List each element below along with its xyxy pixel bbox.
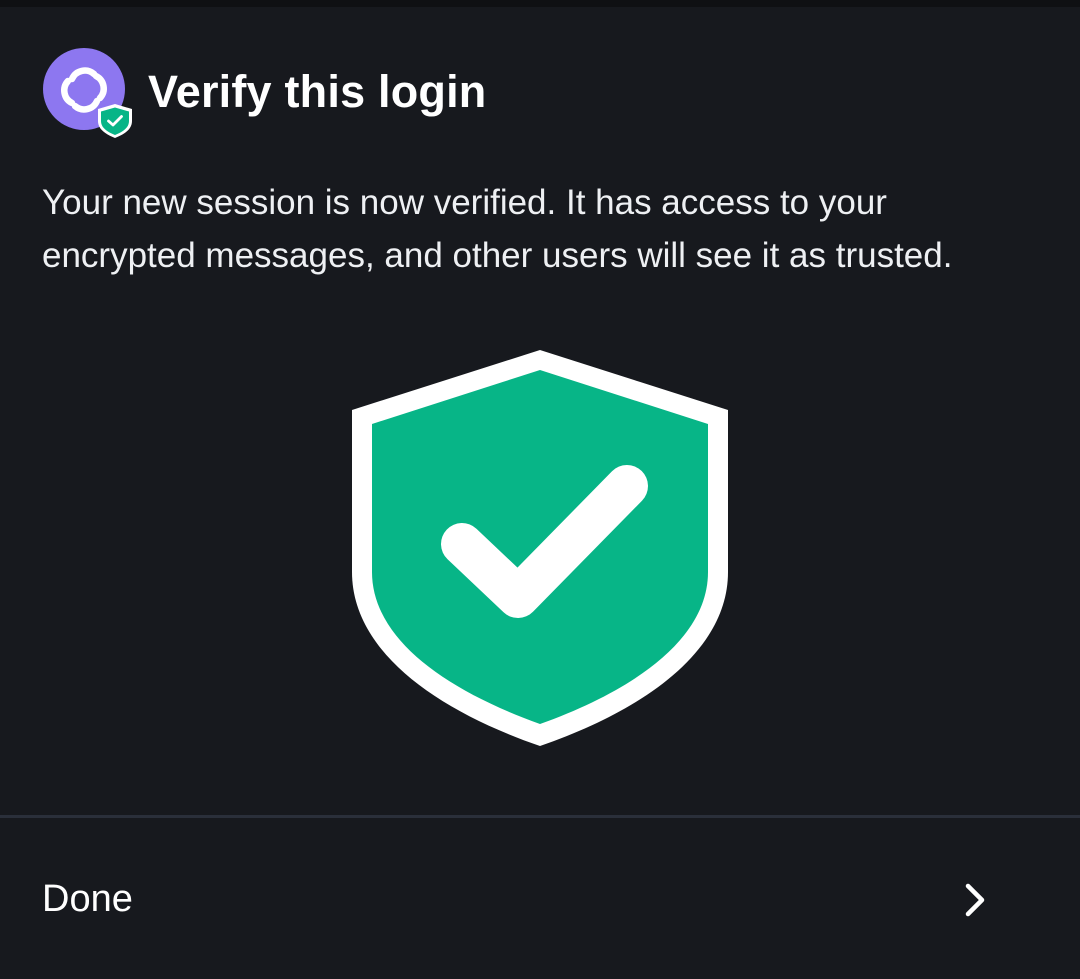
dialog-title: Verify this login: [148, 65, 487, 117]
top-edge: [0, 0, 1080, 7]
app-logo: [42, 48, 134, 138]
verified-shield-illustration: [350, 348, 730, 753]
verification-description: Your new session is now verified. It has…: [42, 183, 953, 275]
element-logo-icon: [43, 48, 132, 138]
chevron-right-icon: [965, 883, 985, 917]
verified-shield-badge-icon: [98, 104, 132, 138]
done-label: Done: [42, 878, 133, 920]
done-button[interactable]: Done: [0, 818, 1080, 979]
dialog-header: Verify this login: [42, 48, 486, 138]
verified-shield-checkmark-icon: [352, 350, 728, 746]
